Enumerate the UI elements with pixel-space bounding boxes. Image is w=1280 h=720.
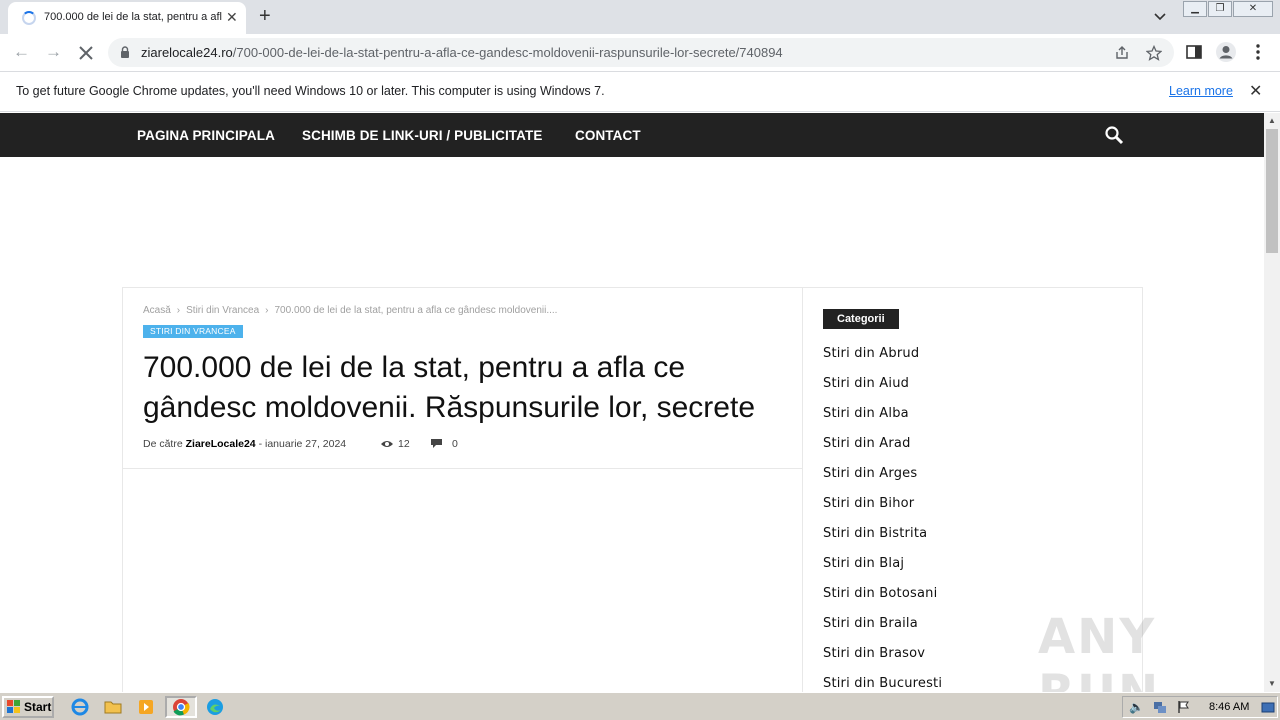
system-tray: 🔈 8:46 AM: [1122, 696, 1278, 718]
divider: [123, 468, 803, 469]
category-link[interactable]: Stiri din Brasov: [823, 646, 942, 676]
learn-more-link[interactable]: Learn more: [1169, 84, 1233, 98]
breadcrumb-category[interactable]: Stiri din Vrancea: [186, 305, 259, 316]
category-link[interactable]: Stiri din Arges: [823, 466, 942, 496]
restore-icon[interactable]: ❐: [1208, 1, 1232, 17]
scroll-down-icon[interactable]: ▼: [1268, 679, 1276, 688]
sidebar-title: Categorii: [823, 309, 899, 329]
infobar-message: To get future Google Chrome updates, you…: [16, 84, 605, 98]
action-center-flag-icon[interactable]: [1177, 700, 1191, 714]
breadcrumb: Acasă › Stiri din Vrancea › 700.000 de lei d…: [143, 305, 557, 316]
scrollbar-thumb[interactable]: [1266, 129, 1278, 253]
category-link[interactable]: Stiri din Arad: [823, 436, 942, 466]
search-icon[interactable]: [1104, 125, 1124, 145]
comment-count[interactable]: 0: [430, 438, 458, 450]
category-link[interactable]: Stiri din Aiud: [823, 376, 942, 406]
comment-icon: [431, 439, 442, 448]
view-count: 12: [380, 438, 410, 450]
media-player-icon[interactable]: [132, 696, 160, 718]
eye-icon: [381, 441, 393, 447]
page-scrollbar[interactable]: ▲ ▼: [1264, 113, 1280, 692]
article-meta: De către ZiareLocale24 - ianuarie 27, 20…: [143, 438, 458, 450]
category-link[interactable]: Stiri din Bistrita: [823, 526, 942, 556]
windows-logo-icon: [7, 700, 20, 713]
windows-taskbar: Start 🔈 8:46 AM: [0, 692, 1280, 720]
nav-item-home[interactable]: PAGINA PRINCIPALA: [137, 128, 275, 143]
chrome-taskbar-button[interactable]: [165, 696, 197, 718]
back-arrow-icon[interactable]: ←: [13, 42, 30, 62]
breadcrumb-separator-icon: ›: [265, 305, 269, 316]
file-explorer-icon[interactable]: [99, 696, 127, 718]
close-tab-icon[interactable]: ✕: [226, 10, 238, 24]
category-list: Stiri din Abrud Stiri din Aiud Stiri din…: [823, 346, 942, 692]
url-text[interactable]: ziarelocale24.ro/700-000-de-lei-de-la-st…: [141, 45, 783, 60]
tab-search-chevron-icon[interactable]: [1152, 8, 1168, 24]
category-link[interactable]: Stiri din Blaj: [823, 556, 942, 586]
category-badge[interactable]: STIRI DIN VRANCEA: [143, 325, 243, 338]
forward-arrow-icon[interactable]: →: [45, 42, 62, 62]
bookmark-star-icon[interactable]: [1146, 45, 1162, 61]
site-navigation: PAGINA PRINCIPALA SCHIMB DE LINK-URI / P…: [0, 113, 1264, 157]
screen: 700.000 de lei de la stat, pentru a afla…: [0, 0, 1280, 720]
new-tab-icon[interactable]: +: [259, 5, 271, 27]
category-link[interactable]: Stiri din Braila: [823, 616, 942, 646]
breadcrumb-current: 700.000 de lei de la stat, pentru a afla…: [274, 305, 558, 316]
show-desktop-icon[interactable]: [1261, 700, 1275, 714]
network-icon[interactable]: [1153, 700, 1167, 714]
content-area: Acasă › Stiri din Vrancea › 700.000 de lei d…: [122, 287, 1143, 692]
loading-spinner-icon: [22, 11, 36, 25]
share-icon[interactable]: [1114, 45, 1130, 61]
anyrun-watermark: ANY RUN: [1038, 609, 1158, 692]
stop-loading-icon[interactable]: [77, 44, 95, 62]
category-link[interactable]: Stiri din Bucuresti: [823, 676, 942, 692]
category-link[interactable]: Stiri din Abrud: [823, 346, 942, 376]
breadcrumb-home[interactable]: Acasă: [143, 305, 171, 316]
scroll-up-icon[interactable]: ▲: [1268, 116, 1276, 125]
category-link[interactable]: Stiri din Bihor: [823, 496, 942, 526]
profile-avatar-icon[interactable]: [1215, 41, 1237, 63]
lock-icon[interactable]: [120, 46, 130, 58]
browser-toolbar: ← → ziarelocale24.ro/700-000-de-lei-de-l…: [0, 34, 1280, 72]
internet-explorer-icon[interactable]: [66, 696, 94, 718]
article-title: 700.000 de lei de la stat, pentru a afla…: [143, 351, 755, 424]
nav-item-link-exchange[interactable]: SCHIMB DE LINK-URI / PUBLICITATE: [302, 128, 542, 143]
chrome-icon: [173, 699, 190, 716]
tab-strip: 700.000 de lei de la stat, pentru a afla…: [0, 0, 1280, 34]
publish-date: ianuarie 27, 2024: [265, 438, 347, 450]
start-label: Start: [24, 700, 52, 714]
update-infobar: To get future Google Chrome updates, you…: [0, 72, 1280, 112]
author-link[interactable]: ZiareLocale24: [186, 438, 256, 450]
browser-tab[interactable]: 700.000 de lei de la stat, pentru a afla…: [8, 2, 246, 34]
start-button[interactable]: Start: [2, 696, 54, 718]
edge-icon[interactable]: [201, 696, 229, 718]
breadcrumb-separator-icon: ›: [176, 305, 181, 316]
nav-item-contact[interactable]: CONTACT: [575, 128, 641, 143]
article: Acasă › Stiri din Vrancea › 700.000 de lei d…: [123, 288, 803, 692]
web-page: PAGINA PRINCIPALA SCHIMB DE LINK-URI / P…: [0, 113, 1264, 692]
volume-icon[interactable]: 🔈: [1129, 700, 1144, 714]
infobar-close-icon[interactable]: ✕: [1249, 81, 1262, 101]
minimize-icon[interactable]: ▁: [1183, 1, 1207, 17]
menu-kebab-icon[interactable]: [1250, 43, 1266, 61]
author-prefix: De către: [143, 438, 183, 450]
category-link[interactable]: Stiri din Botosani: [823, 586, 942, 616]
side-panel-icon[interactable]: [1185, 43, 1203, 61]
taskbar-clock[interactable]: 8:46 AM: [1209, 701, 1249, 713]
window-close-icon[interactable]: ✕: [1233, 1, 1273, 17]
date-separator: -: [258, 438, 263, 450]
category-link[interactable]: Stiri din Alba: [823, 406, 942, 436]
tab-title: 700.000 de lei de la stat, pentru a afla…: [44, 11, 222, 23]
address-bar[interactable]: ziarelocale24.ro/700-000-de-lei-de-la-st…: [108, 38, 1174, 67]
